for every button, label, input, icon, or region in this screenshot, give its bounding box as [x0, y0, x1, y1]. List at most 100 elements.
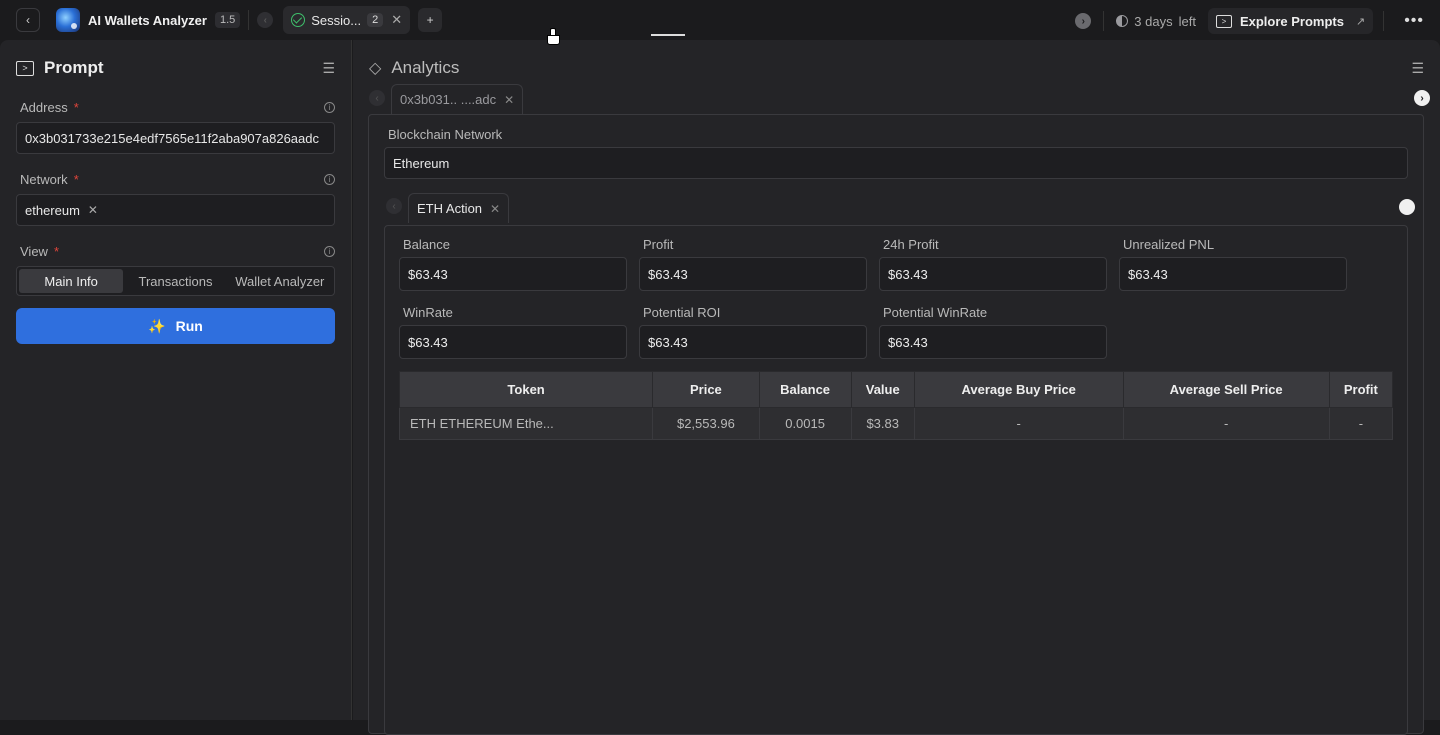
- potential-winrate-label: Potential WinRate: [883, 305, 988, 320]
- session-count-badge: 2: [367, 13, 384, 27]
- terminal-icon: >: [1215, 14, 1232, 28]
- profit-value: $63.43: [648, 266, 688, 282]
- next-tab-icon[interactable]: ›: [1414, 90, 1430, 106]
- table-cell: -: [1122, 407, 1330, 440]
- profit-label: Profit: [643, 237, 674, 252]
- days-left-number: 3 days: [1134, 13, 1173, 29]
- view-option-transactions[interactable]: Transactions: [123, 269, 227, 293]
- column-header[interactable]: Price: [652, 371, 760, 408]
- 24h-profit-value: $63.43: [888, 266, 928, 282]
- add-tab-button[interactable]: +: [418, 8, 443, 32]
- mouse-cursor-icon: [547, 28, 560, 45]
- info-icon[interactable]: i: [324, 101, 335, 113]
- close-icon[interactable]: ✕: [391, 12, 402, 28]
- result-tab-label: 0x3b031.. ....adc: [400, 92, 497, 107]
- divider: [1103, 11, 1105, 31]
- network-label-row: Network * i: [0, 168, 351, 190]
- result-tabs: ‹ 0x3b031.. ....adc ✕ ›: [353, 83, 1440, 114]
- potential-roi-label: Potential ROI: [643, 305, 721, 320]
- close-icon[interactable]: ✕: [88, 203, 98, 217]
- network-chip-label: ethereum: [25, 202, 80, 218]
- winrate-label: WinRate: [403, 305, 453, 320]
- view-segmented-control: Main Info Transactions Wallet Analyzer: [16, 266, 335, 296]
- action-tab-label: ETH Action: [417, 201, 483, 216]
- profit-field[interactable]: $63.43: [639, 257, 867, 291]
- table-cell: 0.0015: [758, 407, 852, 440]
- tab-result-wallet[interactable]: 0x3b031.. ....adc ✕: [391, 84, 524, 114]
- required-marker: *: [53, 243, 60, 259]
- prev-tab-icon[interactable]: ‹: [257, 12, 274, 28]
- network-chip: ethereum ✕: [25, 203, 98, 218]
- prev-tab-icon[interactable]: ‹: [386, 198, 402, 214]
- trial-status: 3 days left: [1116, 14, 1196, 29]
- 24h-profit-field[interactable]: $63.43: [879, 257, 1107, 291]
- explore-prompts-label: Explore Prompts: [1239, 13, 1344, 29]
- top-bar: ‹ AI Wallets Analyzer 1.5 ‹ Sessio... 2 …: [0, 0, 1440, 40]
- next-tab-icon[interactable]: [1399, 199, 1415, 215]
- address-label: Address: [20, 99, 68, 115]
- table-cell: $2,553.96: [652, 407, 760, 440]
- explore-prompts-button[interactable]: > Explore Prompts ↗: [1207, 8, 1374, 34]
- potential-roi-value: $63.43: [648, 334, 688, 350]
- network-select[interactable]: ethereum ✕: [16, 194, 335, 226]
- blockchain-network-label: Blockchain Network: [388, 127, 503, 142]
- prompt-title: Prompt: [44, 58, 104, 77]
- column-header[interactable]: Average Buy Price: [913, 371, 1124, 408]
- address-label-row: Address * i: [0, 96, 351, 118]
- required-marker: *: [73, 99, 79, 115]
- divider: [1383, 11, 1385, 31]
- action-content: Balance $63.43 Profit $63.43 24h Profit …: [384, 225, 1408, 735]
- unrealized-pnl-value: $63.43: [1128, 266, 1168, 282]
- back-button[interactable]: ‹: [16, 8, 40, 32]
- view-option-main-info[interactable]: Main Info: [19, 269, 124, 293]
- days-left-word: left: [1178, 13, 1196, 29]
- 24h-profit-label: 24h Profit: [883, 237, 939, 252]
- table-cell: $3.83: [850, 407, 915, 440]
- potential-winrate-value: $63.43: [888, 334, 928, 350]
- potential-roi-field[interactable]: $63.43: [639, 325, 867, 359]
- column-header[interactable]: Average Sell Price: [1122, 371, 1330, 408]
- run-button[interactable]: ✨ Run: [16, 308, 335, 344]
- tab-session[interactable]: Sessio... 2 ✕: [283, 6, 411, 34]
- check-circle-icon: [291, 13, 306, 27]
- required-marker: *: [73, 171, 79, 187]
- address-value: 0x3b031733e215e4edf7565e11f2aba907a826aa…: [25, 130, 319, 146]
- chevron-right-icon[interactable]: ›: [1075, 13, 1092, 29]
- external-link-icon: ↗: [1355, 15, 1366, 28]
- column-header[interactable]: Balance: [758, 371, 852, 408]
- close-icon[interactable]: ✕: [490, 202, 500, 216]
- terminal-icon: >: [16, 60, 34, 76]
- winrate-field[interactable]: $63.43: [399, 325, 627, 359]
- column-header[interactable]: Profit: [1328, 371, 1394, 408]
- close-icon[interactable]: ✕: [504, 93, 514, 107]
- version-badge: 1.5: [214, 12, 241, 28]
- app-title: AI Wallets Analyzer: [88, 12, 207, 28]
- info-icon[interactable]: i: [324, 245, 335, 257]
- analytics-title: Analytics: [391, 58, 460, 77]
- view-label: View: [20, 243, 48, 259]
- session-tab-label: Sessio...: [311, 12, 362, 28]
- prev-tab-icon[interactable]: ‹: [369, 90, 385, 106]
- view-option-wallet-analyzer[interactable]: Wallet Analyzer: [228, 269, 332, 293]
- table-cell: -: [1328, 407, 1394, 440]
- collapse-panel-icon[interactable]: ☰: [322, 60, 335, 77]
- balance-field[interactable]: $63.43: [399, 257, 627, 291]
- table-row[interactable]: ETH ETHEREUM Ethe... $2,553.96 0.0015 $3…: [398, 407, 1394, 440]
- balance-value: $63.43: [408, 266, 448, 282]
- timer-icon: [1116, 15, 1129, 27]
- unrealized-pnl-field[interactable]: $63.43: [1119, 257, 1347, 291]
- collapse-panel-icon[interactable]: ☰: [1411, 60, 1424, 77]
- analytics-panel: ◇ Analytics ☰ ‹ 0x3b031.. ....adc ✕ › Bl…: [353, 40, 1440, 735]
- tab-eth-action[interactable]: ETH Action ✕: [408, 193, 510, 223]
- view-label-row: View * i: [0, 240, 351, 262]
- column-header[interactable]: Token: [398, 371, 654, 408]
- blockchain-network-field[interactable]: Ethereum: [384, 147, 1408, 179]
- potential-winrate-field[interactable]: $63.43: [879, 325, 1107, 359]
- column-header[interactable]: Value: [850, 371, 915, 408]
- more-options-icon[interactable]: •••: [1404, 12, 1424, 30]
- divider: [248, 10, 250, 30]
- unrealized-pnl-label: Unrealized PNL: [1123, 237, 1215, 252]
- drag-handle[interactable]: [651, 34, 685, 36]
- info-icon[interactable]: i: [324, 173, 335, 185]
- address-field[interactable]: 0x3b031733e215e4edf7565e11f2aba907a826aa…: [16, 122, 335, 154]
